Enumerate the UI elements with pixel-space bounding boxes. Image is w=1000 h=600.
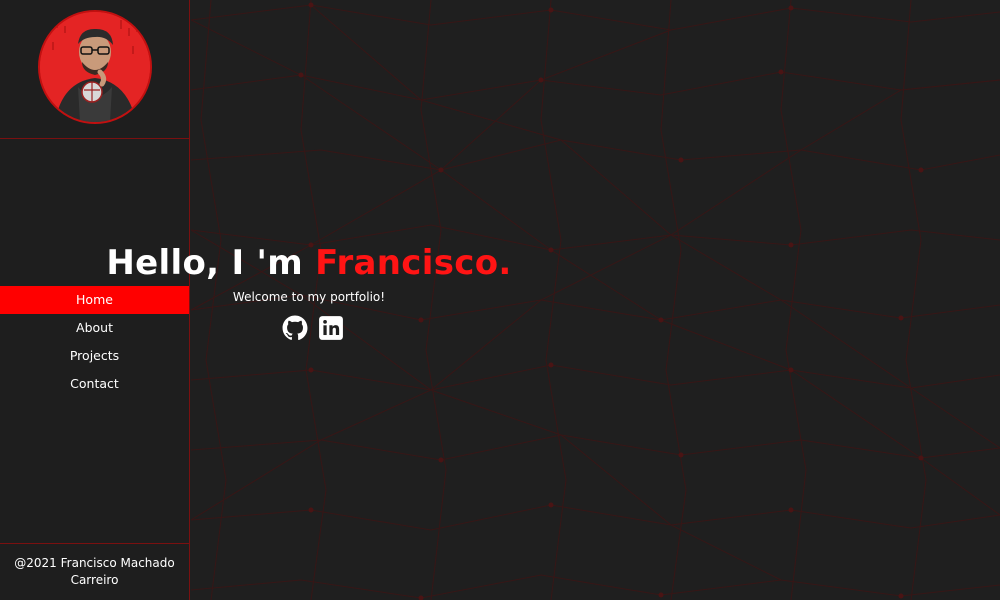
hero-name: Francisco. [315, 243, 512, 283]
github-icon[interactable] [282, 315, 308, 341]
nav-item-contact[interactable]: Contact [0, 370, 189, 398]
hero-subtitle: Welcome to my portfolio! [232, 290, 386, 304]
nav-item-projects[interactable]: Projects [0, 342, 189, 370]
hero-greeting: Hello, I 'm [106, 243, 316, 283]
avatar [37, 10, 152, 124]
avatar-section [0, 0, 189, 139]
linkedin-icon[interactable] [318, 315, 344, 341]
avatar-image [39, 12, 150, 122]
hero: Hello, I 'm Francisco. Welcome to my por… [0, 240, 809, 341]
copyright-footer: @2021 Francisco Machado Carreiro [0, 543, 189, 600]
hero-title: Hello, I 'm Francisco. [0, 240, 809, 286]
social-links [0, 315, 809, 341]
